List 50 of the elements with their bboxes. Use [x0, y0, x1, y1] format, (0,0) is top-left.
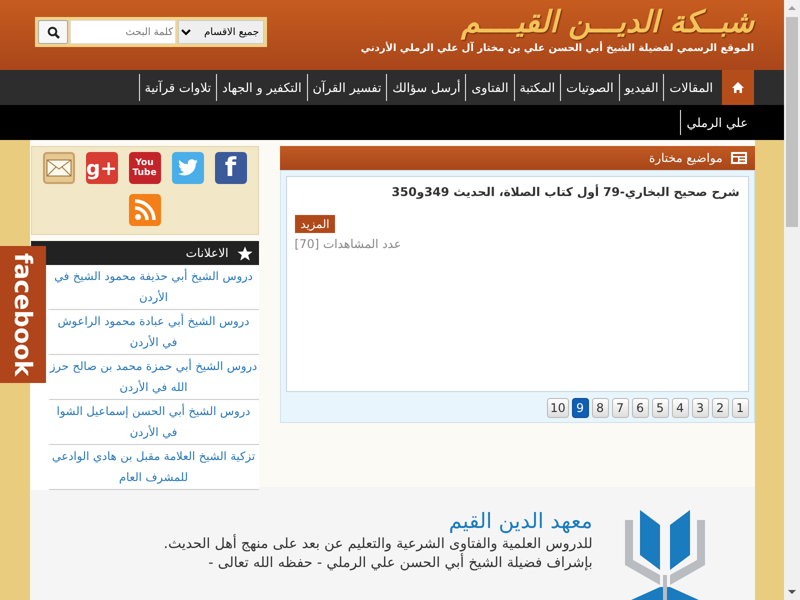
page-button[interactable]: 2: [712, 398, 728, 418]
video-logo-icon[interactable]: You Tube: [128, 152, 160, 184]
facebook-side-tab[interactable]: facebook: [0, 246, 46, 383]
banner-text: بإشراف فضيلة الشيخ أبي الحسن علي الرملي - حفظه الله تعالى -: [207, 555, 592, 571]
page-button[interactable]: 8: [592, 398, 608, 418]
search-field[interactable]: كلمة البحث: [70, 20, 176, 44]
nav-link[interactable]: الفتاوى: [465, 74, 514, 101]
page-button[interactable]: 3: [692, 398, 708, 418]
page-button[interactable]: 1: [732, 398, 748, 418]
banner-text: للدروس العلمية والفتاوى الشرعية والتعليم عن بعد على منهج أهل الحديث.: [164, 536, 592, 552]
page-button[interactable]: 9: [572, 398, 588, 418]
nav-link[interactable]: علي الرملي: [680, 110, 754, 135]
nav-link[interactable]: التكفير و الجهاد: [216, 74, 307, 101]
announcement-link[interactable]: دروس الشيخ أبي حذيفة محمود الشيخ في الأردن: [48, 265, 258, 310]
search-button[interactable]: [38, 20, 68, 44]
facebook-logo-icon[interactable]: f: [214, 152, 246, 184]
nav-link[interactable]: الفيديو: [618, 74, 664, 101]
nav-link[interactable]: المكتبة: [514, 74, 560, 101]
more-button[interactable]: المزيد: [294, 215, 336, 233]
page-button[interactable]: 5: [652, 398, 668, 418]
article-title[interactable]: شرح صحيح البخاري-79 أول كتاب الصلاة، الحديث 349و350: [294, 185, 740, 199]
search-icon: [46, 26, 60, 38]
nav-link[interactable]: أرسل سؤالك: [386, 74, 466, 101]
banner-title: معهد الدين القيم: [448, 509, 592, 533]
g-plus-logo-icon[interactable]: g+: [86, 152, 118, 184]
page-button[interactable]: 10: [547, 398, 568, 418]
category-select[interactable]: جميع الاقسام: [178, 20, 264, 44]
nav-link[interactable]: المقالات: [663, 74, 718, 101]
site-subtitle: الموقع الرسمي لفضيلة الشيخ أبي الحسن علي بن مختار آل علي الرملي الأردني: [360, 43, 754, 54]
nav-link[interactable]: تلاوات قرآنية: [138, 74, 216, 101]
newspaper-icon: [730, 152, 746, 164]
home-icon: [731, 81, 745, 94]
announcement-link[interactable]: دروس الشيخ أبي حمزة محمد بن صالح حرز الله في الأردن: [48, 355, 258, 400]
envelope-icon[interactable]: [42, 152, 74, 184]
nav-link[interactable]: الصوتيات: [560, 74, 619, 101]
rss-icon[interactable]: [128, 194, 160, 226]
bird-logo-icon[interactable]: [172, 152, 204, 184]
page-button[interactable]: 6: [632, 398, 648, 418]
nav-link[interactable]: تفسير القرآن: [306, 74, 386, 101]
scrollbar[interactable]: [784, 0, 800, 600]
page-button[interactable]: 4: [672, 398, 688, 418]
panel-title: الاعلانات: [186, 246, 228, 260]
panel-title: مواضيع مختارة: [648, 151, 722, 165]
home-button[interactable]: [722, 70, 754, 105]
view-count: عدد المشاهدات [70]: [294, 237, 402, 251]
star-icon: [236, 246, 252, 260]
scrollbar-thumb[interactable]: [786, 17, 798, 227]
page-button[interactable]: 7: [612, 398, 628, 418]
announcement-link[interactable]: دروس الشيخ أبي عبادة محمود الراعوش في الأردن: [48, 310, 258, 355]
announcement-link[interactable]: دروس الشيخ أبي الحسن إسماعيل الشوا في الأردن: [48, 400, 258, 445]
